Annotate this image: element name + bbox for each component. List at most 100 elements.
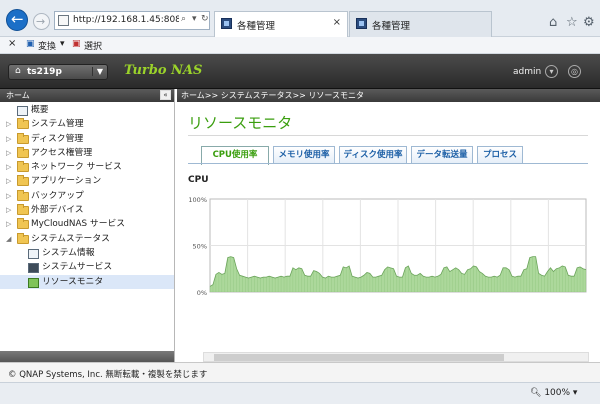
nas-favicon-icon <box>356 18 367 29</box>
address-bar[interactable]: http://192.168.1.45:8080/c ⌕ ▾ ↻ <box>54 11 210 30</box>
sidebar-item-label: アクセス権管理 <box>31 147 93 158</box>
tab-label: 各種管理 <box>372 21 411 32</box>
convert-dropdown-icon[interactable]: ▾ <box>60 39 65 49</box>
language-globe-icon[interactable]: ◎ <box>568 65 581 78</box>
dropdown-icon[interactable]: ▾ <box>192 14 197 24</box>
close-tab-icon[interactable]: × <box>333 17 341 28</box>
expand-arrow-icon[interactable]: ◢ <box>6 232 11 246</box>
sidebar-title: ホーム <box>6 91 30 100</box>
sidebar-item-label: 概要 <box>31 105 49 115</box>
sidebar-item[interactable]: リソースモニタ <box>0 274 174 289</box>
breadcrumb: ホーム>> システムステータス>> リソースモニタ <box>177 89 600 102</box>
folder-icon <box>17 204 29 216</box>
y-tick-label: 50% <box>193 243 207 251</box>
back-button[interactable] <box>6 9 28 31</box>
resource-monitor-icon <box>28 277 39 288</box>
sidebar-item-label: バックアップ <box>31 190 84 201</box>
sidebar-item[interactable]: ▷ MyCloudNAS サービス <box>0 217 174 231</box>
zoom-icon: 🔍︎ <box>530 388 542 398</box>
sidebar-item[interactable]: ▷ ネットワーク サービス <box>0 160 174 174</box>
title-divider <box>188 135 588 136</box>
sidebar-item[interactable]: ▷ アクセス権管理 <box>0 146 174 160</box>
tab-process[interactable]: プロセス <box>477 146 523 164</box>
convert-icon: ▣ <box>26 39 35 49</box>
sidebar-item-label: 外部デバイス <box>31 205 84 216</box>
expand-arrow-icon[interactable]: ▷ <box>6 217 11 231</box>
refresh-icon[interactable]: ↻ <box>201 14 209 24</box>
sidebar-item-label: ネットワーク サービス <box>31 162 122 173</box>
address-url[interactable]: http://192.168.1.45:8080/c <box>73 15 179 25</box>
expand-arrow-icon[interactable]: ▷ <box>6 146 11 160</box>
sidebar-item-label: MyCloudNAS サービス <box>31 219 126 230</box>
tab-memory-usage[interactable]: メモリ使用率 <box>273 146 335 164</box>
nav-tree: 概要 ▷ システム管理 ▷ ディスク管理 ▷ アクセス権管理 ▷ ネットワーク サービス ▷ アプリ… <box>0 103 174 289</box>
zoom-value: 100% <box>544 388 571 398</box>
chart-heading: CPU <box>188 175 209 185</box>
sidebar-item-label: システム情報 <box>42 247 95 258</box>
folder-icon <box>17 132 29 144</box>
cpu-usage-chart: 100% 50% 0% <box>188 196 587 297</box>
chevron-down-icon[interactable]: ▼ <box>91 67 103 76</box>
folder-icon <box>17 146 29 158</box>
sidebar-item[interactable]: ◢ システムステータス <box>0 232 174 246</box>
sidebar-item[interactable]: 概要 <box>0 103 174 117</box>
sidebar-item-label: システムステータス <box>31 233 110 244</box>
sidebar-item[interactable]: ▷ アプリケーション <box>0 174 174 188</box>
main-panel: リソースモニタ CPU使用率 メモリ使用率 ディスク使用率 データ転送量 プロセ… <box>177 102 600 362</box>
folder-icon <box>17 118 29 130</box>
user-menu-icon[interactable]: ▾ <box>545 65 558 78</box>
system-service-icon <box>28 263 39 274</box>
settings-gear-icon[interactable]: ⚙ <box>583 15 595 30</box>
page-footer: © QNAP Systems, Inc. 無断転載・複製を禁じます <box>0 362 600 382</box>
tab-data-transfer[interactable]: データ転送量 <box>411 146 473 164</box>
tab-label: 各種管理 <box>237 21 276 32</box>
expand-arrow-icon[interactable]: ▷ <box>6 132 11 146</box>
sidebar-item[interactable]: ▷ 外部デバイス <box>0 203 174 217</box>
page-title: リソースモニタ <box>188 114 293 132</box>
home-icon: ⌂ <box>15 66 21 76</box>
sidebar-item[interactable]: ▷ ディスク管理 <box>0 132 174 146</box>
expand-arrow-icon[interactable]: ▷ <box>6 174 11 188</box>
device-name: ts219p <box>27 67 62 77</box>
copyright-text: © QNAP Systems, Inc. 無断転載・複製を禁じます <box>8 370 208 380</box>
favorites-star-icon[interactable]: ☆ <box>566 15 578 30</box>
convert-button[interactable]: 変換 <box>38 39 56 52</box>
sidebar-item-label: リソースモニタ <box>42 276 104 287</box>
device-selector[interactable]: ⌂ ts219p ▼ <box>8 64 108 80</box>
folder-icon <box>17 175 29 187</box>
home-icon[interactable]: ⌂ <box>549 15 557 30</box>
sidebar-item[interactable]: ▷ バックアップ <box>0 189 174 203</box>
search-icon[interactable]: ⌕ <box>181 14 186 24</box>
sidebar-item-label: アプリケーション <box>31 176 102 187</box>
collapse-sidebar-icon[interactable]: « <box>160 90 171 100</box>
sidebar-item[interactable]: システム情報 <box>0 246 174 260</box>
sidebar-footer <box>0 351 174 362</box>
select-button[interactable]: 選択 <box>84 39 102 52</box>
expand-arrow-icon[interactable]: ▷ <box>6 189 11 203</box>
system-info-icon <box>28 248 39 259</box>
close-commandbar-icon[interactable]: × <box>8 38 16 49</box>
user-name[interactable]: admin <box>513 67 541 77</box>
zoom-level[interactable]: 🔍︎ 100% ▾ <box>530 388 577 398</box>
overview-icon <box>17 106 28 116</box>
command-bar: × ▣ 変換 ▾ ▣ 選択 <box>0 37 600 54</box>
tab-disk-usage[interactable]: ディスク使用率 <box>339 146 407 164</box>
nas-favicon-icon <box>221 18 232 29</box>
folder-icon <box>17 218 29 230</box>
sidebar-item-label: システムサービス <box>42 262 113 273</box>
folder-open-icon <box>17 232 29 244</box>
tab-underline <box>188 163 588 164</box>
browser-tab-1[interactable]: 各種管理 × <box>214 11 348 37</box>
y-tick-label: 100% <box>188 196 207 204</box>
expand-arrow-icon[interactable]: ▷ <box>6 203 11 217</box>
sidebar-item[interactable]: ▷ システム管理 <box>0 117 174 131</box>
sidebar-header: ホーム « <box>0 89 174 102</box>
expand-arrow-icon[interactable]: ▷ <box>6 117 11 131</box>
horizontal-scrollbar[interactable] <box>203 352 589 362</box>
sidebar-item[interactable]: システムサービス <box>0 260 174 274</box>
forward-button[interactable] <box>33 13 50 30</box>
expand-arrow-icon[interactable]: ▷ <box>6 160 11 174</box>
browser-toolbar: http://192.168.1.45:8080/c ⌕ ▾ ↻ 各種管理 × … <box>0 0 600 37</box>
browser-tab-2[interactable]: 各種管理 <box>349 11 492 37</box>
scrollbar-thumb[interactable] <box>214 354 504 361</box>
